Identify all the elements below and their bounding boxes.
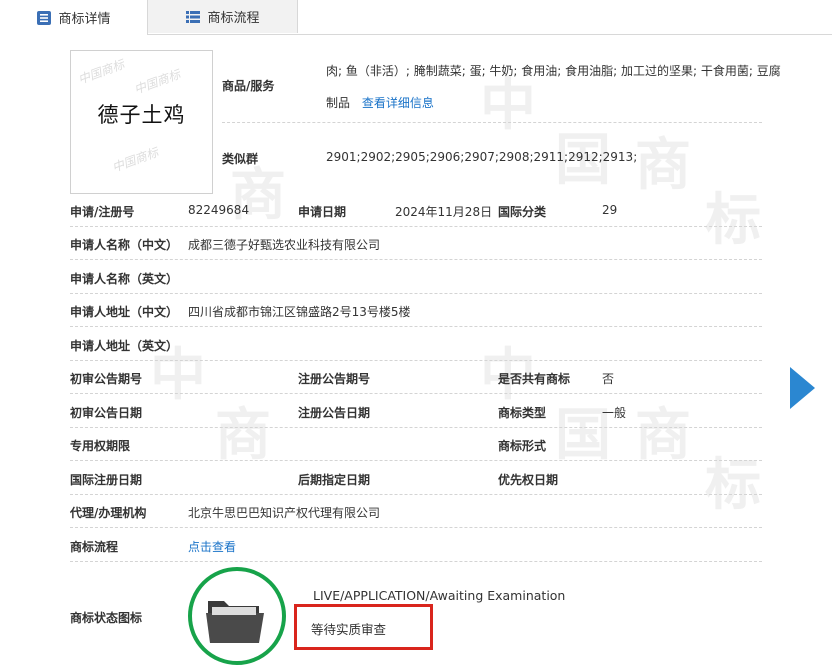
reg-pub-date-label: 注册公告日期 xyxy=(298,406,371,420)
divider xyxy=(70,226,762,227)
divider xyxy=(70,561,762,562)
later-date-label: 后期指定日期 xyxy=(298,473,371,487)
tm-type-label: 商标类型 xyxy=(498,406,547,420)
divider xyxy=(70,460,762,461)
divider xyxy=(70,259,762,260)
trademark-text: 德子土鸡 xyxy=(97,103,186,127)
tab-trademark-flow[interactable]: 商标流程 xyxy=(148,0,298,33)
watermark-char: 标 xyxy=(705,453,761,518)
divider xyxy=(70,360,762,361)
goods-label: 商品/服务 xyxy=(222,79,275,93)
folder-icon xyxy=(206,601,264,643)
address-cn-label: 申请人地址（中文） xyxy=(70,305,179,319)
intl-class-value: 29 xyxy=(602,203,618,217)
agent-label: 代理/办理机构 xyxy=(70,506,147,520)
intl-reg-date-label: 国际注册日期 xyxy=(70,473,143,487)
watermark-char: 标 xyxy=(705,188,761,253)
image-watermark: 中国商标 xyxy=(132,67,183,97)
divider xyxy=(70,427,762,428)
divider xyxy=(70,527,762,528)
shared-value: 否 xyxy=(602,372,615,386)
applicant-cn-label: 申请人名称（中文） xyxy=(70,238,179,252)
divider xyxy=(70,293,762,294)
next-arrow-icon[interactable] xyxy=(790,367,815,409)
divider xyxy=(70,494,762,495)
image-watermark: 中国商标 xyxy=(76,57,127,87)
flow-view-link[interactable]: 点击查看 xyxy=(188,538,236,555)
tm-type-value: 一般 xyxy=(602,406,627,420)
trademark-image: 中国商标 中国商标 中国商标 德子土鸡 xyxy=(70,50,213,194)
exclusive-period-label: 专用权期限 xyxy=(70,439,131,453)
status-ring xyxy=(188,567,286,665)
divider xyxy=(70,393,762,394)
status-en: LIVE/APPLICATION/Awaiting Examination xyxy=(313,588,566,603)
watermark-char: 国 xyxy=(555,403,611,468)
apply-date-value: 2024年11月28日 xyxy=(395,205,493,219)
apply-date-label: 申请日期 xyxy=(298,205,347,219)
flow-label: 商标流程 xyxy=(70,540,119,554)
prelim-no-label: 初审公告期号 xyxy=(70,372,143,386)
view-detail-link[interactable]: 查看详细信息 xyxy=(362,96,434,110)
tab-label: 商标详情 xyxy=(58,12,111,27)
reg-no-value: 82249684 xyxy=(188,203,250,217)
status-highlight-box: 等待实质审查 xyxy=(294,604,433,650)
divider xyxy=(222,122,762,123)
applicant-cn-value: 成都三德子好甄选农业科技有限公司 xyxy=(188,238,381,252)
reg-no-label: 申请/注册号 xyxy=(70,205,135,219)
watermark-char: 商 xyxy=(635,133,691,198)
goods-line-2-text: 制品 xyxy=(326,96,351,110)
intl-class-label: 国际分类 xyxy=(498,205,547,219)
similar-group-value: 2901;2902;2905;2906;2907;2908;2911;2912;… xyxy=(326,150,638,164)
address-en-label: 申请人地址（英文） xyxy=(70,339,179,353)
similar-group-label: 类似群 xyxy=(222,152,259,166)
goods-line-2: 制品 查看详细信息 xyxy=(326,94,434,111)
status-icon-label: 商标状态图标 xyxy=(70,611,143,625)
applicant-en-label: 申请人名称（英文） xyxy=(70,272,179,286)
watermark-char: 商 xyxy=(215,403,271,468)
address-cn-value: 四川省成都市锦江区锦盛路2号13号楼5楼 xyxy=(188,305,411,319)
image-watermark: 中国商标 xyxy=(110,145,161,175)
reg-pub-no-label: 注册公告期号 xyxy=(298,372,371,386)
status-cn: 等待实质审查 xyxy=(311,622,387,637)
tab-label: 商标流程 xyxy=(207,11,260,26)
tab-bar: 商标详情 商标流程 xyxy=(0,0,832,35)
shared-label: 是否共有商标 xyxy=(498,372,571,386)
document-list-icon xyxy=(36,10,52,26)
tm-form-label: 商标形式 xyxy=(498,439,547,453)
watermark-char: 商 xyxy=(635,403,691,468)
tab-trademark-detail[interactable]: 商标详情 xyxy=(0,0,148,35)
goods-line-1: 肉; 鱼（非活）; 腌制蔬菜; 蛋; 牛奶; 食用油; 食用油脂; 加工过的坚果… xyxy=(326,64,781,78)
divider xyxy=(70,326,762,327)
priority-date-label: 优先权日期 xyxy=(498,473,559,487)
agent-value: 北京牛思巴巴知识产权代理有限公司 xyxy=(188,506,381,520)
list-icon xyxy=(185,9,201,25)
prelim-date-label: 初审公告日期 xyxy=(70,406,143,420)
